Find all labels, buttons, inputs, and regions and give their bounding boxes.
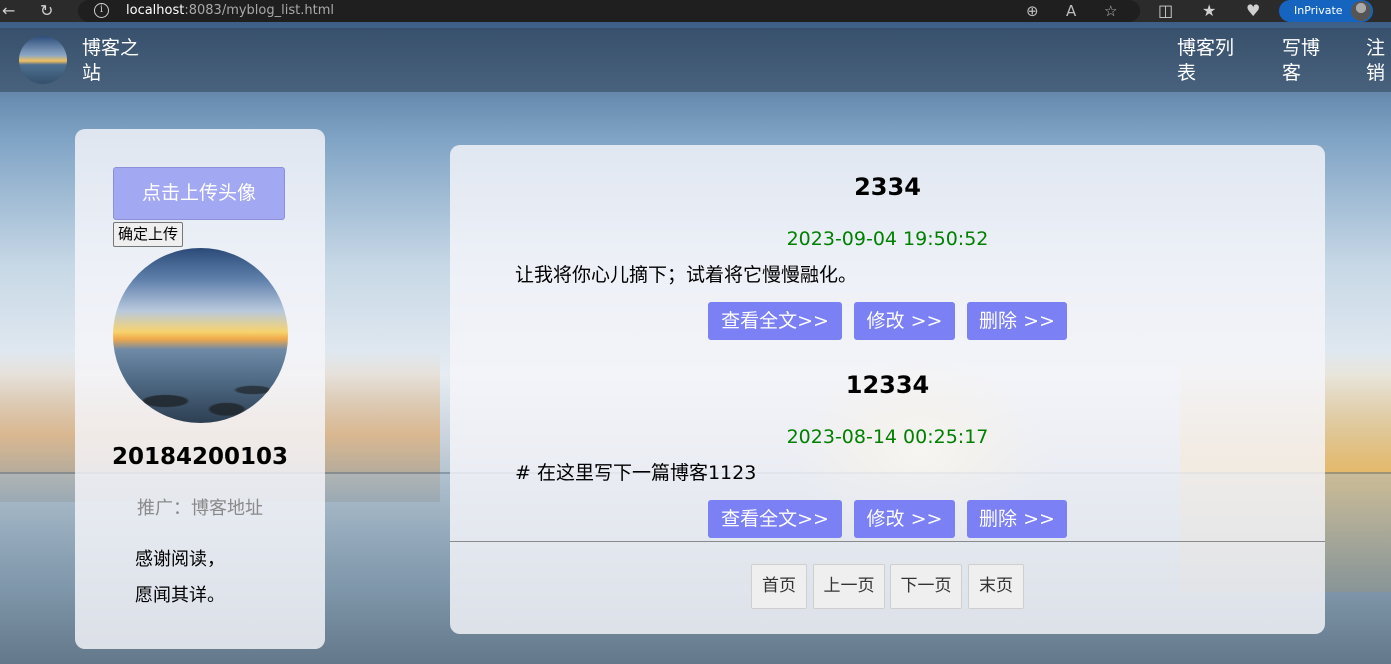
thanks-line-1: 感谢阅读， xyxy=(135,549,225,570)
health-icon[interactable]: ♥ xyxy=(1246,1,1260,21)
thanks-text: 感谢阅读， 愿闻其详。 xyxy=(135,542,295,614)
address-bar[interactable]: i localhost:8083/myblog_list.html ⊕ A ☆ xyxy=(78,0,1140,22)
site-nav: 博客之站 博客列表 写博客 注销 xyxy=(0,28,1391,92)
delete-button[interactable]: 删除 >> xyxy=(967,500,1067,538)
blog-desc: 让我将你心儿摘下；试着将它慢慢融化。 xyxy=(515,264,858,286)
blog-date: 2023-08-14 00:25:17 xyxy=(786,426,989,448)
read-aloud-icon[interactable]: A xyxy=(1066,1,1076,21)
avatar xyxy=(113,248,288,423)
view-full-button[interactable]: 查看全文>> xyxy=(708,302,842,340)
site-logo xyxy=(19,36,67,84)
username: 20184200103 xyxy=(111,444,289,470)
delete-button[interactable]: 删除 >> xyxy=(967,302,1067,340)
first-page-button[interactable]: 首页 xyxy=(751,564,807,609)
promo-link[interactable]: 推广：博客地址 xyxy=(75,497,325,521)
avatar-rocks xyxy=(113,368,288,423)
blog-desc: # 在这里写下一篇博客1123 xyxy=(515,462,757,484)
blog-title: 12334 xyxy=(845,371,930,399)
blog-date: 2023-09-04 19:50:52 xyxy=(786,228,989,250)
url-text[interactable]: localhost:8083/myblog_list.html xyxy=(126,2,334,19)
view-full-button[interactable]: 查看全文>> xyxy=(708,500,842,538)
divider xyxy=(450,541,1325,542)
inprivate-label: InPrivate xyxy=(1294,4,1343,17)
last-page-button[interactable]: 末页 xyxy=(968,564,1024,609)
blog-title: 2334 xyxy=(854,173,921,201)
prev-page-button[interactable]: 上一页 xyxy=(813,564,885,609)
refresh-icon[interactable]: ↻ xyxy=(40,1,53,21)
split-screen-icon[interactable]: ◫ xyxy=(1158,1,1173,21)
nav-logout-link[interactable]: 注销 xyxy=(1366,36,1390,86)
site-title: 博客之站 xyxy=(82,37,140,84)
favorites-icon[interactable]: ★ xyxy=(1202,1,1216,21)
thanks-line-2: 愿闻其详。 xyxy=(135,585,225,606)
zoom-icon[interactable]: ⊕ xyxy=(1026,1,1039,21)
edit-button[interactable]: 修改 >> xyxy=(854,500,955,538)
upload-avatar-button[interactable]: 点击上传头像 xyxy=(113,167,285,220)
browser-toolbar: ← ↻ i localhost:8083/myblog_list.html ⊕ … xyxy=(0,0,1391,22)
confirm-upload-button[interactable]: 确定上传 xyxy=(113,222,183,247)
blog-list-card: 2334 2023-09-04 19:50:52 让我将你心儿摘下；试着将它慢慢… xyxy=(450,145,1325,634)
nav-write-blog-link[interactable]: 写博客 xyxy=(1282,36,1326,86)
nav-blog-list-link[interactable]: 博客列表 xyxy=(1177,36,1241,86)
inprivate-badge[interactable]: InPrivate xyxy=(1279,0,1373,22)
profile-avatar xyxy=(1351,1,1371,21)
favorite-star-icon[interactable]: ☆ xyxy=(1104,1,1117,21)
back-icon[interactable]: ← xyxy=(2,1,15,21)
next-page-button[interactable]: 下一页 xyxy=(890,564,962,609)
profile-card: 点击上传头像 确定上传 20184200103 推广：博客地址 感谢阅读， 愿闻… xyxy=(75,129,325,649)
info-icon[interactable]: i xyxy=(94,3,109,18)
edit-button[interactable]: 修改 >> xyxy=(854,302,955,340)
